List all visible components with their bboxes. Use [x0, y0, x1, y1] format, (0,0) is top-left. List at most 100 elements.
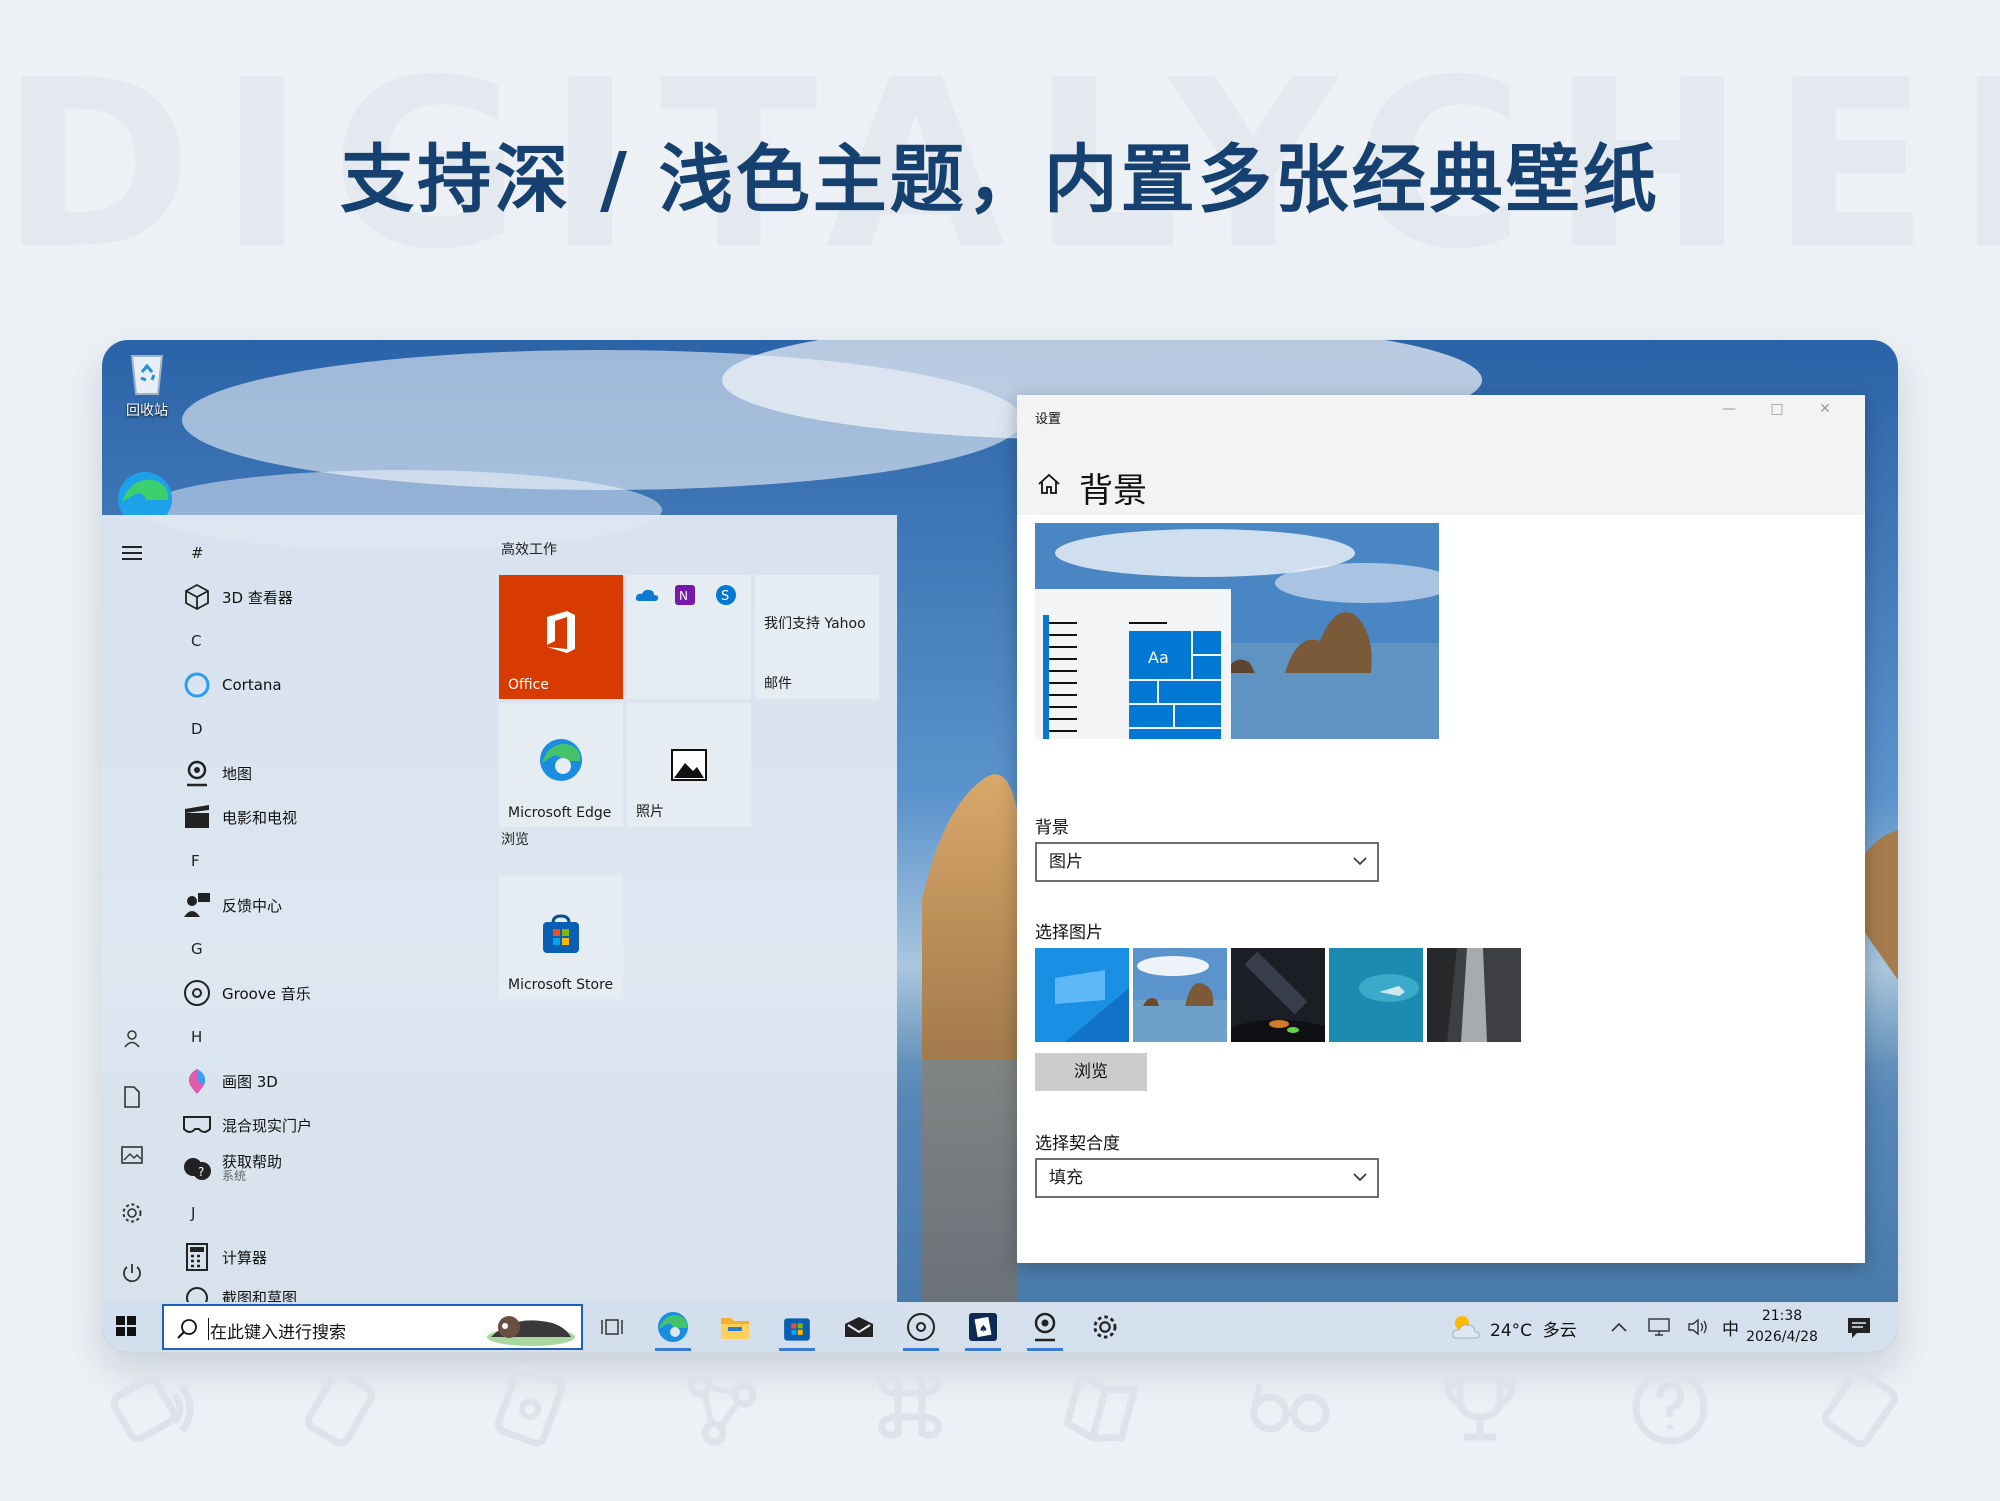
- letter-header-h[interactable]: H: [174, 1015, 514, 1059]
- windows-logo-icon[interactable]: [116, 1316, 136, 1336]
- browse-button[interactable]: 浏览: [1035, 1053, 1147, 1091]
- clock-date: 2026/4/28: [1746, 1329, 1818, 1345]
- tile-label: 邮件: [764, 676, 792, 692]
- network-icon[interactable]: [1648, 1318, 1670, 1336]
- gear-icon: [122, 1203, 142, 1223]
- tile-microsoft-store[interactable]: Microsoft Store: [499, 875, 623, 999]
- edge-desktop-shortcut[interactable]: [116, 470, 174, 526]
- taskbar-groove-music[interactable]: [899, 1307, 943, 1351]
- search-icon: [177, 1319, 197, 1339]
- letter-header-d[interactable]: D: [174, 707, 514, 751]
- taskbar-settings[interactable]: [1083, 1307, 1127, 1347]
- get-help-text: 获取帮助 系统: [222, 1154, 282, 1184]
- recycle-bin-label: 回收站: [126, 403, 168, 419]
- close-button[interactable]: ✕: [1801, 401, 1849, 425]
- tile-label: 照片: [636, 804, 664, 820]
- expand-menu-button[interactable]: [112, 533, 152, 573]
- power-icon: [123, 1264, 141, 1283]
- wallpaper-thumb-night-sky[interactable]: [1231, 948, 1325, 1042]
- app-groove-music[interactable]: Groove 音乐: [174, 971, 514, 1015]
- system-clock[interactable]: 21:38 2026/4/28: [1742, 1306, 1822, 1348]
- app-label: Groove 音乐: [222, 984, 311, 1003]
- pictures-button[interactable]: [112, 1135, 152, 1175]
- app-label: 反馈中心: [222, 896, 283, 915]
- app-snip-sketch[interactable]: 截图和草图: [174, 1279, 514, 1303]
- background-type-dropdown[interactable]: 图片: [1035, 842, 1379, 882]
- maximize-button[interactable]: □: [1753, 401, 1801, 425]
- taskbar-mail[interactable]: [837, 1307, 881, 1347]
- decorative-icon-row: [0, 1355, 2000, 1465]
- letter-header-hash[interactable]: #: [174, 531, 514, 575]
- book-icon: [1063, 1369, 1140, 1442]
- app-calculator[interactable]: 计算器: [174, 1235, 514, 1279]
- group-title-browse[interactable]: 浏览: [499, 825, 699, 855]
- tile-label: Microsoft Store: [508, 977, 614, 993]
- wallpaper-thumb-beach[interactable]: [1131, 946, 1229, 1044]
- command-key-icon: [878, 1371, 942, 1439]
- wallpaper-thumb-windows[interactable]: [1035, 948, 1129, 1042]
- app-label: 地图: [222, 764, 253, 783]
- glasses-icon: [1250, 1384, 1330, 1433]
- home-icon[interactable]: [1037, 473, 1061, 495]
- app-paint-3d[interactable]: 画图 3D: [174, 1059, 514, 1103]
- volume-icon[interactable]: [1687, 1318, 1709, 1336]
- letter-header-f[interactable]: F: [174, 839, 514, 883]
- taskbar-search-box[interactable]: 在此键入进行搜索: [162, 1304, 583, 1350]
- taskbar-microsoft-store[interactable]: [775, 1307, 819, 1351]
- task-view-button[interactable]: [591, 1307, 635, 1347]
- letter-header-g[interactable]: G: [174, 927, 514, 971]
- skype-icon: S: [716, 585, 736, 605]
- documents-button[interactable]: [112, 1077, 152, 1117]
- notification-icon[interactable]: [1847, 1317, 1871, 1339]
- help-circle-icon: [1632, 1369, 1708, 1445]
- tile-microsoft-edge[interactable]: Microsoft Edge: [499, 703, 623, 827]
- office-icon: [547, 611, 575, 653]
- onedrive-icon: [635, 589, 659, 601]
- app-feedback-hub[interactable]: 反馈中心: [174, 883, 514, 927]
- fit-dropdown[interactable]: 填充: [1035, 1158, 1379, 1198]
- group-title-productivity[interactable]: 高效工作: [499, 535, 889, 565]
- taskbar-file-explorer[interactable]: [713, 1307, 757, 1347]
- taskbar-edge[interactable]: [651, 1307, 695, 1351]
- app-movies-tv[interactable]: 电影和电视: [174, 795, 514, 839]
- app-3d-viewer[interactable]: 3D 查看器: [174, 575, 514, 619]
- app-get-help[interactable]: ? 获取帮助 系统: [174, 1147, 514, 1191]
- account-button[interactable]: [112, 1019, 152, 1059]
- app-cortana[interactable]: Cortana: [174, 663, 514, 707]
- background-preview: Aa: [1035, 523, 1439, 739]
- letter-header-j[interactable]: J: [174, 1191, 514, 1235]
- tile-office-apps-folder[interactable]: N S: [627, 575, 751, 699]
- app-mixed-reality[interactable]: 混合现实门户: [174, 1103, 514, 1147]
- weather-widget[interactable]: 24°C 多云: [1450, 1310, 1590, 1344]
- taskbar-solitaire[interactable]: ♠: [961, 1307, 1005, 1351]
- usb-drive-icon: [304, 1369, 376, 1447]
- store-icon: [784, 1318, 810, 1341]
- edge-icon: [658, 1312, 688, 1342]
- tile-mail-promo: 我们支持 Yahoo: [764, 616, 866, 632]
- app-maps[interactable]: 地图: [174, 751, 514, 795]
- document-icon: [124, 1086, 140, 1108]
- trophy-icon: [1444, 1371, 1516, 1441]
- input-method-indicator[interactable]: 中: [1722, 1315, 1739, 1340]
- app-label: 计算器: [222, 1248, 268, 1267]
- settings-button[interactable]: [112, 1193, 152, 1233]
- letter-header-c[interactable]: C: [174, 619, 514, 663]
- wallpaper-thumb-underwater[interactable]: [1329, 948, 1423, 1042]
- desktop-screenshot: 回收站 # 3D 查看器 C Cortana D 地图 电影和电视 F 反馈中心…: [102, 340, 1898, 1352]
- tile-label: Office: [508, 677, 549, 693]
- tile-photos[interactable]: 照片: [627, 703, 751, 827]
- tile-office[interactable]: Office: [499, 575, 623, 699]
- recycle-bin-shortcut[interactable]: 回收站: [112, 348, 182, 420]
- wallpaper-thumb-waterfall[interactable]: [1427, 948, 1521, 1042]
- onenote-icon: N: [675, 585, 695, 605]
- tray-up-icon[interactable]: [1611, 1322, 1627, 1332]
- minimize-button[interactable]: —: [1705, 401, 1753, 425]
- power-button[interactable]: [112, 1253, 152, 1293]
- mail-icon: [845, 1317, 873, 1337]
- cube-icon: [185, 583, 209, 611]
- chevron-down-icon: [1353, 857, 1367, 866]
- taskbar-maps[interactable]: [1023, 1307, 1067, 1351]
- start-rail: [102, 515, 162, 1302]
- tile-mail[interactable]: 我们支持 Yahoo 邮件: [755, 575, 879, 699]
- paint3d-icon: [188, 1069, 206, 1094]
